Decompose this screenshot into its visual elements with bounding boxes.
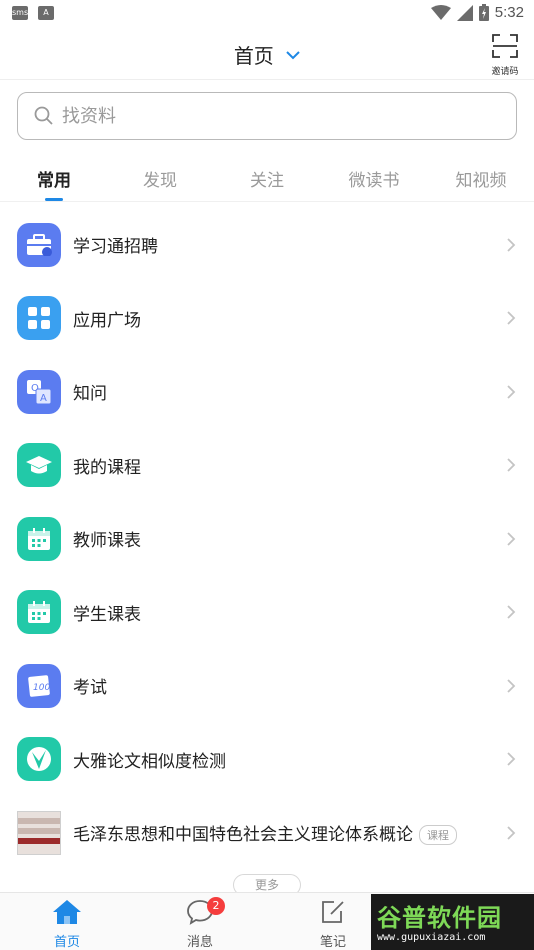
- watermark-title: 谷普软件园: [377, 904, 502, 932]
- list-item-label: 知问: [73, 384, 107, 405]
- wifi-icon: [430, 4, 451, 20]
- common-app-list: 学习通招聘 应用广场 QA 知问 我的课程 教师课表 学生课表 100 考试 大…: [0, 208, 534, 870]
- calendar-icon: [17, 590, 61, 635]
- list-item-student-schedule[interactable]: 学生课表: [0, 576, 534, 650]
- svg-text:A: A: [40, 393, 47, 404]
- list-item-teacher-schedule[interactable]: 教师课表: [0, 502, 534, 576]
- list-item-label: 学生课表: [73, 604, 141, 625]
- list-item-similarity-check[interactable]: 大雅论文相似度检测: [0, 723, 534, 797]
- page-title-switcher[interactable]: 首页: [0, 40, 534, 69]
- status-time: 5:32: [494, 4, 524, 21]
- battery-icon: [478, 4, 489, 21]
- top-header: 首页 邀请码: [0, 28, 534, 80]
- list-item-course-book[interactable]: 毛泽东思想和中国特色社会主义理论体系概论 课程: [0, 796, 534, 870]
- page-title: 首页: [233, 44, 274, 68]
- note-icon: [322, 901, 344, 923]
- home-icon: [53, 900, 81, 924]
- nav-home[interactable]: 首页: [32, 899, 102, 950]
- unread-badge: 2: [207, 897, 225, 915]
- calendar-icon: [17, 516, 61, 561]
- chevron-down-icon: [286, 50, 300, 59]
- search-box[interactable]: [17, 92, 517, 140]
- scan-label: 邀请码: [491, 67, 519, 77]
- course-badge: 课程: [419, 825, 457, 846]
- briefcase-icon: [17, 222, 61, 267]
- check-icon: [17, 737, 61, 782]
- nav-notes[interactable]: 笔记: [298, 899, 368, 950]
- exam-icon: 100: [17, 663, 61, 708]
- chevron-right-icon: [507, 532, 516, 546]
- list-item-app-square[interactable]: 应用广场: [0, 282, 534, 356]
- list-item-label: 毛泽东思想和中国特色社会主义理论体系概论 课程: [73, 820, 457, 846]
- chevron-right-icon: [507, 458, 516, 472]
- a-notification-icon: A: [38, 6, 54, 20]
- list-item-exam[interactable]: 100 考试: [0, 649, 534, 723]
- graduation-cap-icon: [17, 443, 61, 488]
- chevron-right-icon: [507, 311, 516, 325]
- tab-micro-reading[interactable]: 微读书: [334, 166, 414, 191]
- search-input[interactable]: [62, 105, 462, 127]
- scan-icon: [492, 34, 518, 58]
- scan-button[interactable]: 邀请码: [488, 34, 522, 77]
- sms-notification-icon: sms: [12, 6, 28, 20]
- list-item-label: 应用广场: [73, 310, 141, 331]
- status-bar: sms A 5:32: [0, 0, 534, 28]
- nav-label: 消息: [186, 935, 213, 950]
- course-title: 毛泽东思想和中国特色社会主义理论体系概论: [73, 825, 413, 846]
- chevron-right-icon: [507, 605, 516, 619]
- chevron-right-icon: [507, 752, 516, 766]
- tab-common[interactable]: 常用: [14, 166, 94, 191]
- active-tab-indicator: [45, 198, 63, 201]
- chevron-right-icon: [507, 385, 516, 399]
- nav-label: 笔记: [319, 935, 346, 950]
- chevron-right-icon: [507, 679, 516, 693]
- list-item-label: 学习通招聘: [73, 237, 158, 258]
- watermark-url: www.gupuxiazai.com: [377, 932, 486, 943]
- list-item-label: 考试: [73, 678, 107, 699]
- category-tabs: 常用 发现 关注 微读书 知视频: [0, 152, 534, 202]
- book-thumbnail: [17, 810, 61, 855]
- list-item-label: 我的课程: [73, 457, 141, 478]
- qa-icon: QA: [17, 369, 61, 414]
- chevron-right-icon: [507, 826, 516, 840]
- tab-discover[interactable]: 发现: [120, 166, 200, 191]
- watermark-logo: 谷普软件园 www.gupuxiazai.com: [371, 894, 534, 950]
- tab-follow[interactable]: 关注: [227, 166, 307, 191]
- search-icon: [34, 106, 53, 125]
- list-item-zhiwen[interactable]: QA 知问: [0, 355, 534, 429]
- list-item-label: 大雅论文相似度检测: [73, 751, 226, 772]
- apps-grid-icon: [17, 296, 61, 341]
- list-item-recruitment[interactable]: 学习通招聘: [0, 208, 534, 282]
- svg-text:100: 100: [33, 683, 50, 693]
- chevron-right-icon: [507, 238, 516, 252]
- nav-messages[interactable]: 2 消息: [165, 897, 235, 950]
- list-item-my-courses[interactable]: 我的课程: [0, 429, 534, 503]
- list-item-label: 教师课表: [73, 531, 141, 552]
- signal-icon: [456, 4, 473, 21]
- tab-knowledge-video[interactable]: 知视频: [441, 166, 521, 191]
- nav-label: 首页: [53, 935, 80, 950]
